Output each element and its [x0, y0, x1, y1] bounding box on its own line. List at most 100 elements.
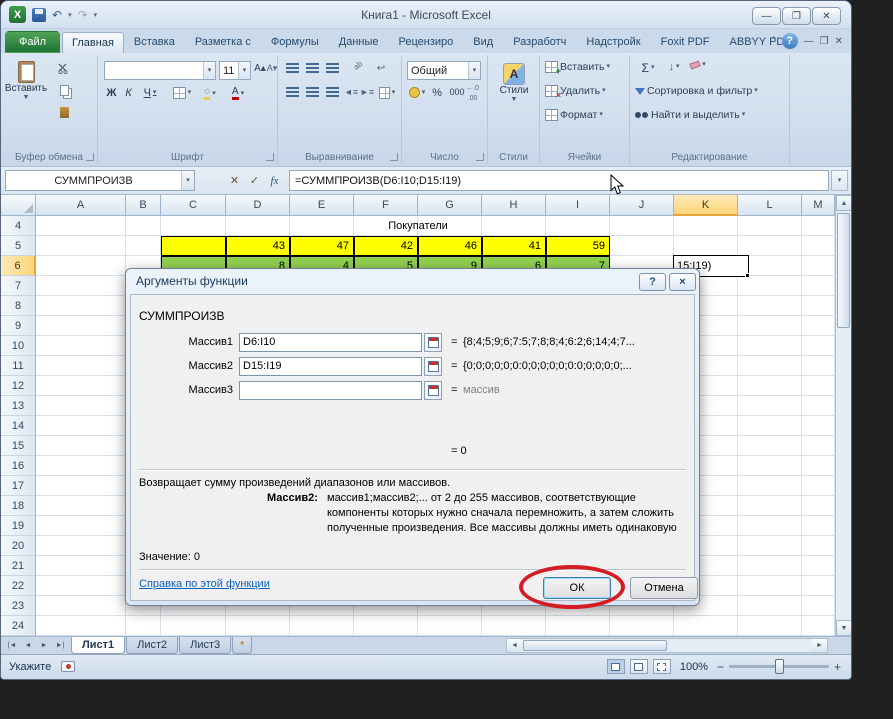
- formula-input[interactable]: =СУММПРОИЗВ(D6:I10;D15:I19): [289, 170, 829, 191]
- grow-font-button[interactable]: А▴: [254, 63, 266, 74]
- scroll-down-icon[interactable]: ▼: [836, 620, 851, 636]
- decrease-indent-button[interactable]: ◄≡: [344, 87, 358, 97]
- row-header-23[interactable]: 23: [1, 596, 36, 616]
- column-header-E[interactable]: E: [290, 195, 354, 216]
- page-layout-view-button[interactable]: [629, 659, 648, 674]
- name-box[interactable]: СУММПРОИЗВ ▾: [5, 170, 195, 191]
- styles-button[interactable]: А Стили ▼: [496, 63, 532, 104]
- ribbon-tab-Данные[interactable]: Данные: [329, 31, 389, 53]
- column-header-G[interactable]: G: [418, 195, 482, 216]
- paste-button[interactable]: Вставить ▼: [5, 61, 47, 102]
- insert-sheet-button[interactable]: *: [232, 637, 253, 654]
- row-header-21[interactable]: 21: [1, 556, 36, 576]
- arg2-input[interactable]: D15:I19: [239, 357, 422, 376]
- prev-sheet-icon[interactable]: ◄: [21, 639, 35, 653]
- page-break-view-button[interactable]: [652, 659, 671, 674]
- dialog-help-icon[interactable]: ?: [639, 273, 666, 291]
- column-header-B[interactable]: B: [126, 195, 161, 216]
- macro-record-icon[interactable]: [61, 661, 76, 672]
- row-header-11[interactable]: 11: [1, 356, 36, 376]
- borders-button[interactable]: ▾: [170, 87, 194, 99]
- cut-button[interactable]: [53, 63, 75, 74]
- number-format-combo[interactable]: Общий ▾: [407, 61, 481, 80]
- column-header-F[interactable]: F: [354, 195, 418, 216]
- cancel-entry-button[interactable]: ✕: [225, 170, 244, 191]
- autosum-button[interactable]: Σ ▾: [635, 61, 661, 75]
- vertical-scroll-thumb[interactable]: [837, 213, 850, 328]
- decrease-decimal-button[interactable]: .00: [468, 95, 478, 102]
- underline-button[interactable]: Ч ▾: [138, 87, 162, 99]
- column-header-I[interactable]: I: [546, 195, 610, 216]
- accounting-format-button[interactable]: ▾: [407, 87, 427, 98]
- arg3-input[interactable]: [239, 381, 422, 400]
- orientation-button[interactable]: ab: [347, 56, 368, 76]
- scroll-left-icon[interactable]: ◄: [507, 639, 522, 652]
- zoom-out-icon[interactable]: −: [717, 660, 724, 674]
- zoom-level[interactable]: 100%: [680, 661, 708, 673]
- font-name-combo[interactable]: ▾: [104, 61, 216, 80]
- row-header-10[interactable]: 10: [1, 336, 36, 356]
- column-header-H[interactable]: H: [482, 195, 546, 216]
- find-select-button[interactable]: Найти и выделить ▾: [635, 109, 785, 121]
- cell-E5[interactable]: 47: [290, 236, 354, 256]
- delete-cells-button[interactable]: × Удалить ▾: [545, 85, 625, 100]
- align-right-button[interactable]: [323, 87, 341, 97]
- sort-filter-button[interactable]: Сортировка и фильтр ▾: [635, 85, 785, 97]
- column-header-L[interactable]: L: [738, 195, 802, 216]
- cell-I5[interactable]: 59: [546, 236, 610, 256]
- increase-indent-button[interactable]: ►≡: [360, 87, 374, 97]
- zoom-slider-handle[interactable]: [774, 659, 784, 674]
- font-dialog-launcher-icon[interactable]: [266, 153, 274, 161]
- collapse-ribbon-icon[interactable]: ˆ: [772, 36, 775, 47]
- row-header-18[interactable]: 18: [1, 496, 36, 516]
- increase-decimal-button[interactable]: ←.0: [466, 85, 479, 92]
- row-header-22[interactable]: 22: [1, 576, 36, 596]
- column-header-D[interactable]: D: [226, 195, 290, 216]
- cell-table-title[interactable]: Покупатели: [226, 216, 610, 236]
- format-painter-button[interactable]: [53, 107, 75, 118]
- font-color-button[interactable]: А ▾: [226, 87, 250, 100]
- expand-formula-bar-button[interactable]: ▾: [831, 170, 848, 191]
- ribbon-tab-Надстройк[interactable]: Надстройк: [576, 31, 650, 53]
- workbook-close-icon[interactable]: ✕: [835, 36, 843, 47]
- ribbon-tab-Разработч[interactable]: Разработч: [503, 31, 576, 53]
- workbook-minimize-icon[interactable]: —: [804, 36, 814, 47]
- horizontal-scrollbar[interactable]: ◄ ►: [506, 638, 828, 653]
- row-header-6[interactable]: 6: [1, 256, 36, 276]
- first-sheet-icon[interactable]: |◄: [5, 639, 19, 653]
- cell-H5[interactable]: 41: [482, 236, 546, 256]
- shrink-font-button[interactable]: А▾: [266, 63, 278, 74]
- zoom-in-icon[interactable]: +: [834, 660, 841, 674]
- workbook-restore-icon[interactable]: ❐: [820, 36, 829, 47]
- align-center-button[interactable]: [303, 87, 321, 97]
- horizontal-scroll-thumb[interactable]: [523, 640, 667, 651]
- percent-style-button[interactable]: %: [430, 87, 444, 99]
- row-header-20[interactable]: 20: [1, 536, 36, 556]
- cell-F5[interactable]: 42: [354, 236, 418, 256]
- clipboard-dialog-launcher-icon[interactable]: [86, 153, 94, 161]
- help-icon[interactable]: ?: [781, 33, 798, 49]
- row-header-19[interactable]: 19: [1, 516, 36, 536]
- ribbon-tab-Рецензиро[interactable]: Рецензиро: [389, 31, 464, 53]
- fill-color-button[interactable]: ◌ ▾: [198, 87, 222, 100]
- ribbon-tab-Главная[interactable]: Главная: [62, 32, 124, 53]
- clear-button[interactable]: ▾: [687, 60, 709, 70]
- row-header-15[interactable]: 15: [1, 436, 36, 456]
- ribbon-tab-Вставка[interactable]: Вставка: [124, 31, 185, 53]
- row-header-5[interactable]: 5: [1, 236, 36, 256]
- align-left-button[interactable]: [283, 87, 301, 97]
- row-header-4[interactable]: 4: [1, 216, 36, 236]
- arg1-range-picker-button[interactable]: [424, 333, 442, 352]
- align-middle-button[interactable]: [303, 63, 321, 73]
- sheet-tab-Лист2[interactable]: Лист2: [126, 637, 179, 654]
- format-cells-button[interactable]: Формат ▾: [545, 109, 625, 121]
- row-header-7[interactable]: 7: [1, 276, 36, 296]
- row-header-24[interactable]: 24: [1, 616, 36, 636]
- maximize-button[interactable]: ❐: [782, 7, 811, 25]
- row-header-12[interactable]: 12: [1, 376, 36, 396]
- ribbon-tab-Вид[interactable]: Вид: [463, 31, 503, 53]
- cancel-button[interactable]: Отмена: [630, 577, 698, 599]
- number-dialog-launcher-icon[interactable]: [476, 153, 484, 161]
- fill-button[interactable]: ↓ ▾: [664, 61, 684, 73]
- column-header-A[interactable]: A: [36, 195, 126, 216]
